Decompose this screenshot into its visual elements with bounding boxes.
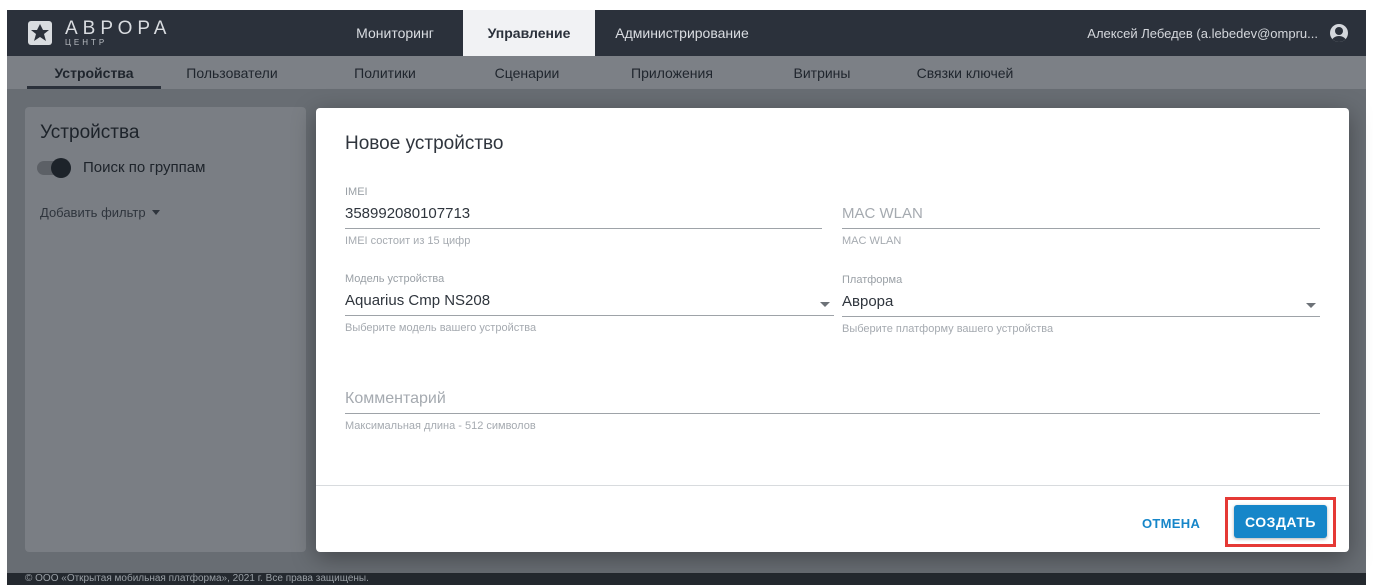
logo[interactable]: АВРОРА ЦЕНТР	[25, 15, 195, 51]
create-button[interactable]: СОЗДАТЬ	[1234, 505, 1327, 538]
model-label: Модель устройства	[345, 273, 445, 285]
subtab-keychains[interactable]: Связки ключей	[900, 56, 1030, 89]
device-model-select[interactable]: Модель устройства Aquarius Cmp NS208 Выб…	[345, 273, 834, 334]
platform-hint: Выберите платформу вашего устройства	[842, 323, 1054, 335]
subtab-showcases[interactable]: Витрины	[772, 56, 872, 89]
subtab-users[interactable]: Пользователи	[167, 56, 297, 89]
tab-management[interactable]: Управление	[463, 10, 595, 56]
subtab-scenarios[interactable]: Сценарии	[472, 56, 582, 89]
platform-value[interactable]: Аврора	[842, 291, 1320, 313]
copyright-text: © ООО «Открытая мобильная платформа», 20…	[25, 573, 369, 584]
footer: © ООО «Открытая мобильная платформа», 20…	[7, 573, 1366, 585]
mac-wlan-field[interactable]: MAC WLAN MAC WLAN	[842, 186, 1320, 247]
caret-down-icon	[151, 210, 160, 215]
comment-hint: Максимальная длина - 512 символов	[345, 420, 536, 432]
chevron-down-icon[interactable]	[1306, 303, 1316, 308]
user-name: Алексей Лебедев (a.lebedev@ompru...	[1087, 25, 1318, 41]
chevron-down-icon[interactable]	[820, 302, 830, 307]
platform-select[interactable]: Платформа Аврора Выберите платформу ваше…	[842, 274, 1320, 335]
mac-wlan-hint: MAC WLAN	[842, 235, 902, 247]
top-bar: АВРОРА ЦЕНТР Мониторинг Управление Админ…	[7, 10, 1366, 56]
imei-input[interactable]: 358992080107713	[345, 203, 822, 225]
model-value[interactable]: Aquarius Cmp NS208	[345, 290, 834, 312]
dialog-divider	[316, 485, 1349, 486]
tab-administration[interactable]: Администрирование	[595, 10, 769, 56]
subtab-policies[interactable]: Политики	[330, 56, 440, 89]
mac-wlan-input[interactable]: MAC WLAN	[842, 203, 1320, 225]
comment-field[interactable]: Комментарий Максимальная длина - 512 сим…	[345, 371, 1320, 432]
imei-label: IMEI	[345, 186, 368, 198]
add-filter-label: Добавить фильтр	[40, 205, 146, 220]
platform-label: Платформа	[842, 274, 903, 286]
subtab-applications[interactable]: Приложения	[609, 56, 735, 89]
group-search-toggle[interactable]: Поиск по группам	[37, 157, 206, 178]
toggle-label: Поиск по группам	[83, 159, 206, 176]
user-menu[interactable]: Алексей Лебедев (a.lebedev@ompru...	[1087, 10, 1348, 56]
brand-name: АВРОРА	[65, 18, 172, 39]
panel-title: Устройства	[40, 122, 140, 143]
brand-sub: ЦЕНТР	[65, 38, 108, 47]
model-hint: Выберите модель вашего устройства	[345, 322, 537, 334]
sub-navigation: Устройства Пользователи Политики Сценари…	[7, 56, 1366, 89]
subtab-devices[interactable]: Устройства	[27, 56, 161, 89]
imei-field[interactable]: IMEI 358992080107713 IMEI состоит из 15 …	[345, 186, 822, 247]
imei-hint: IMEI состоит из 15 цифр	[345, 235, 471, 247]
toggle-switch[interactable]	[37, 157, 71, 178]
dialog-title: Новое устройство	[345, 133, 504, 154]
cancel-button[interactable]: ОТМЕНА	[1134, 510, 1208, 536]
account-icon[interactable]	[1330, 24, 1348, 42]
comment-input[interactable]: Комментарий	[345, 388, 1320, 410]
add-filter-button[interactable]: Добавить фильтр	[40, 205, 160, 220]
devices-filter-panel: Устройства Поиск по группам Добавить фил…	[25, 107, 306, 552]
new-device-dialog: Новое устройство IMEI 358992080107713 IM…	[316, 108, 1349, 552]
aurora-logo-icon	[28, 21, 52, 45]
tab-monitoring[interactable]: Мониторинг	[327, 10, 463, 56]
